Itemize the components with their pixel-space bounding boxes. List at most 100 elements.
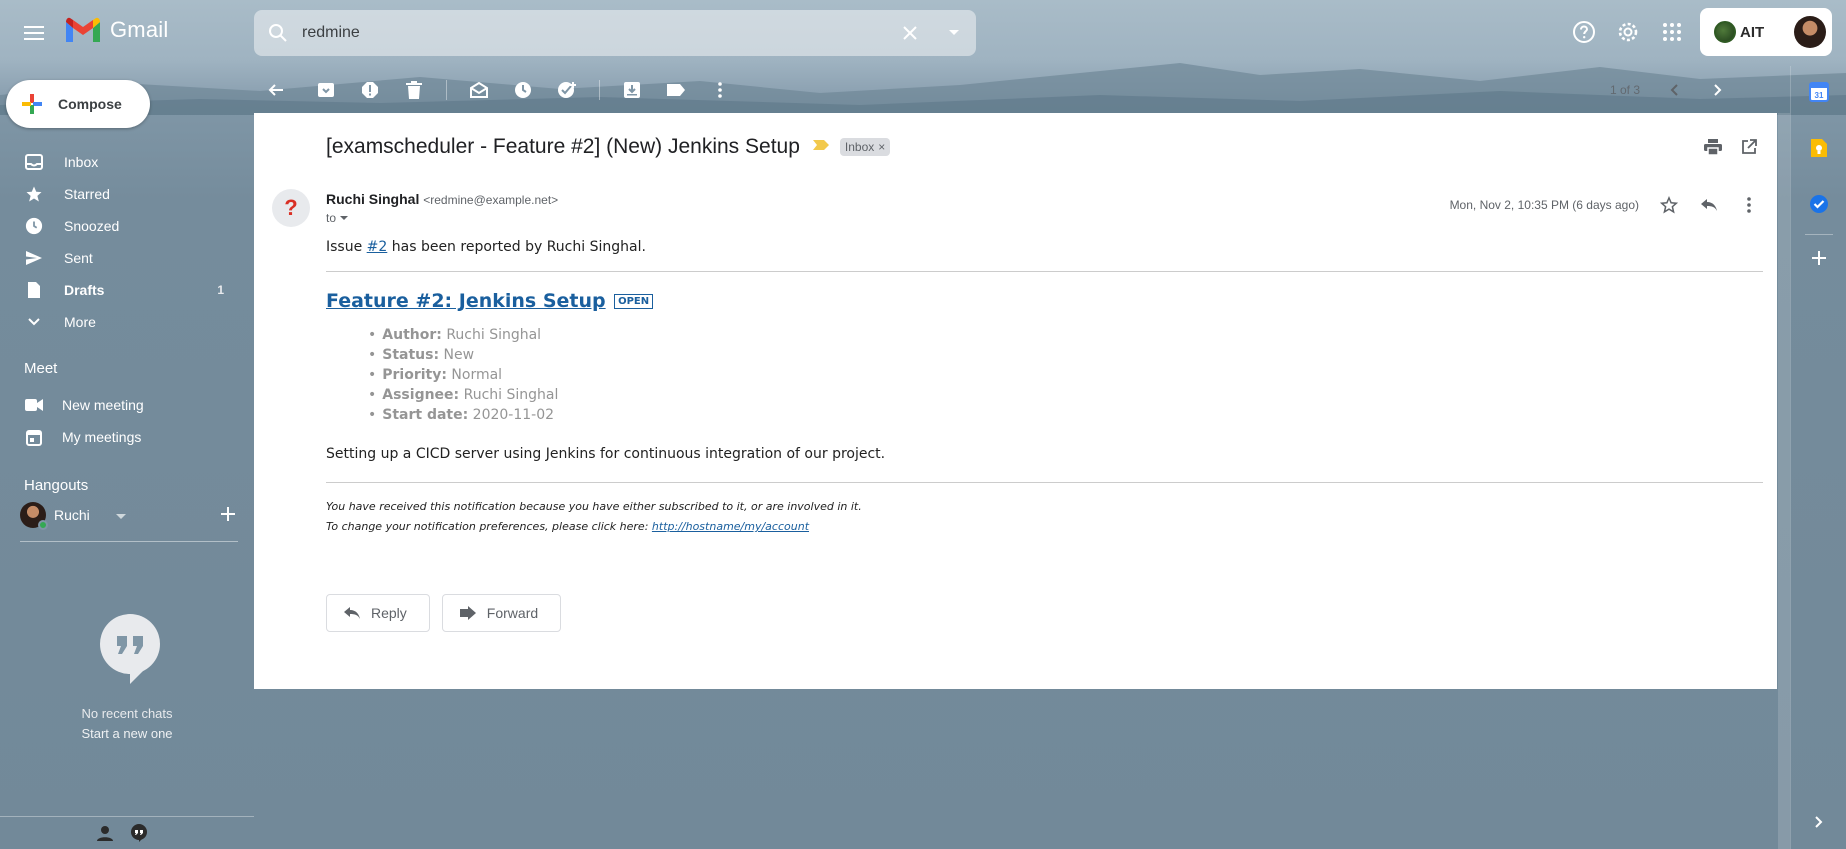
my-meetings-button[interactable]: My meetings <box>0 421 254 453</box>
more-vert-icon <box>1747 197 1751 213</box>
sidebar-item-snoozed[interactable]: Snoozed <box>0 210 254 242</box>
snooze-button[interactable] <box>501 70 545 110</box>
message-view: [examscheduler - Feature #2] (New) Jenki… <box>254 113 1777 689</box>
plus-icon <box>221 506 235 521</box>
more-actions-button[interactable] <box>698 70 742 110</box>
top-bar: Gmail redmine AIT <box>0 0 1846 66</box>
feature-title-link[interactable]: Feature #2: Jenkins Setup <box>326 290 606 312</box>
conversations-tab-icon[interactable] <box>130 824 148 847</box>
search-bar: redmine <box>254 10 976 56</box>
feature-heading: Feature #2: Jenkins Setup OPEN <box>326 290 1763 312</box>
get-addons-button[interactable] <box>1807 246 1831 270</box>
add-hangout-button[interactable] <box>221 506 235 524</box>
sender-avatar: ? <box>272 189 310 227</box>
compose-label: Compose <box>58 96 122 112</box>
property-priority: Priority: Normal <box>368 365 1763 385</box>
search-input[interactable]: redmine <box>302 24 888 42</box>
report-spam-button[interactable] <box>348 70 392 110</box>
gmail-m-icon <box>66 17 100 42</box>
report-icon <box>362 82 378 98</box>
account-avatar[interactable] <box>1794 16 1826 48</box>
new-meeting-button[interactable]: New meeting <box>0 389 254 421</box>
compose-button[interactable]: Compose <box>6 80 150 128</box>
sidebar-item-label: More <box>64 314 96 330</box>
contacts-tab-icon[interactable] <box>96 824 114 847</box>
hangouts-section-title: Hangouts <box>24 477 89 494</box>
scrollbar[interactable] <box>1778 113 1790 849</box>
property-author: Author: Ruchi Singhal <box>368 325 1763 345</box>
sidebar-item-starred[interactable]: Starred <box>0 178 254 210</box>
remove-label-icon[interactable]: × <box>878 140 885 154</box>
reply-bottom-button[interactable]: Reply <box>326 594 430 632</box>
sender-name[interactable]: Ruchi Singhal <box>326 191 419 207</box>
reply-icon <box>1701 199 1717 211</box>
reply-icon <box>344 607 360 619</box>
sidebar-item-label: Snoozed <box>64 218 120 234</box>
apps-button[interactable] <box>1650 8 1694 56</box>
main-menu-button[interactable] <box>18 17 50 49</box>
message-date: Mon, Nov 2, 10:35 PM (6 days ago) <box>1449 198 1639 212</box>
hangouts-bottom-tabs <box>96 824 148 847</box>
message-more-button[interactable] <box>1729 185 1769 225</box>
star-outline-icon <box>1660 196 1678 214</box>
tasks-app-button[interactable] <box>1807 192 1831 216</box>
older-button[interactable] <box>1696 70 1740 110</box>
hangouts-user-name: Ruchi <box>54 507 90 523</box>
gmail-logo[interactable]: Gmail <box>64 16 168 44</box>
hangouts-user[interactable]: Ruchi <box>20 502 235 530</box>
support-button[interactable] <box>1562 8 1606 56</box>
move-to-button[interactable] <box>610 70 654 110</box>
forward-label: Forward <box>486 605 539 621</box>
open-new-window-button[interactable] <box>1731 129 1767 165</box>
svg-text:31: 31 <box>1815 91 1824 100</box>
open-in-new-icon <box>1742 139 1757 154</box>
star-button[interactable] <box>1649 185 1689 225</box>
show-side-panel-button[interactable] <box>1807 810 1831 834</box>
nav-list: Inbox Starred Snoozed Sent Drafts 1 More <box>0 146 254 338</box>
hangouts-status-dropdown-icon[interactable] <box>115 507 126 523</box>
sidebar-item-inbox[interactable]: Inbox <box>0 146 254 178</box>
keep-app-button[interactable] <box>1807 136 1831 160</box>
chevron-right-icon <box>1714 84 1722 96</box>
labels-button[interactable] <box>654 70 698 110</box>
gear-icon <box>1618 22 1638 42</box>
account-chip[interactable]: AIT <box>1700 8 1832 56</box>
newer-button[interactable] <box>1652 70 1696 110</box>
clear-search-button[interactable] <box>888 10 932 56</box>
sidebar-item-more[interactable]: More <box>0 306 254 338</box>
account-preferences-link[interactable]: http://hostname/my/account <box>652 520 809 533</box>
forward-icon <box>459 606 476 620</box>
issue-description: Setting up a CICD server using Jenkins f… <box>326 446 886 462</box>
reply-button[interactable] <box>1689 185 1729 225</box>
mark-unread-button[interactable] <box>457 70 501 110</box>
print-all-button[interactable] <box>1695 129 1731 165</box>
settings-button[interactable] <box>1606 8 1650 56</box>
sidebar-item-sent[interactable]: Sent <box>0 242 254 274</box>
star-icon <box>24 184 44 204</box>
divider <box>20 541 238 542</box>
search-options-button[interactable] <box>932 10 976 56</box>
issue-link[interactable]: #2 <box>367 239 388 255</box>
close-icon <box>903 26 917 40</box>
recipients-toggle[interactable]: to <box>326 211 349 225</box>
forward-button[interactable]: Forward <box>441 594 562 632</box>
search-button[interactable] <box>254 10 302 56</box>
subject-row: [examscheduler - Feature #2] (New) Jenki… <box>326 135 891 159</box>
reply-label: Reply <box>371 605 407 621</box>
label-icon <box>667 84 685 96</box>
add-to-tasks-button[interactable] <box>545 70 589 110</box>
delete-button[interactable] <box>392 70 436 110</box>
top-right-controls: AIT <box>1562 8 1846 56</box>
clock-icon <box>515 82 531 98</box>
apps-grid-icon <box>1663 23 1681 41</box>
calendar-app-button[interactable]: 31 <box>1807 80 1831 104</box>
footer-line-2-text: To change your notification preferences,… <box>326 520 652 533</box>
start-new-chat-link[interactable]: Start a new one <box>0 726 254 741</box>
archive-button[interactable] <box>304 70 348 110</box>
back-button[interactable] <box>254 70 298 110</box>
important-marker-icon[interactable] <box>812 138 830 156</box>
message-body: Issue #2 has been reported by Ruchi Sing… <box>326 237 1763 537</box>
message-toolbar: 1 of 3 <box>254 70 1790 110</box>
chevron-right-icon <box>1815 816 1823 828</box>
sidebar-item-drafts[interactable]: Drafts 1 <box>0 274 254 306</box>
